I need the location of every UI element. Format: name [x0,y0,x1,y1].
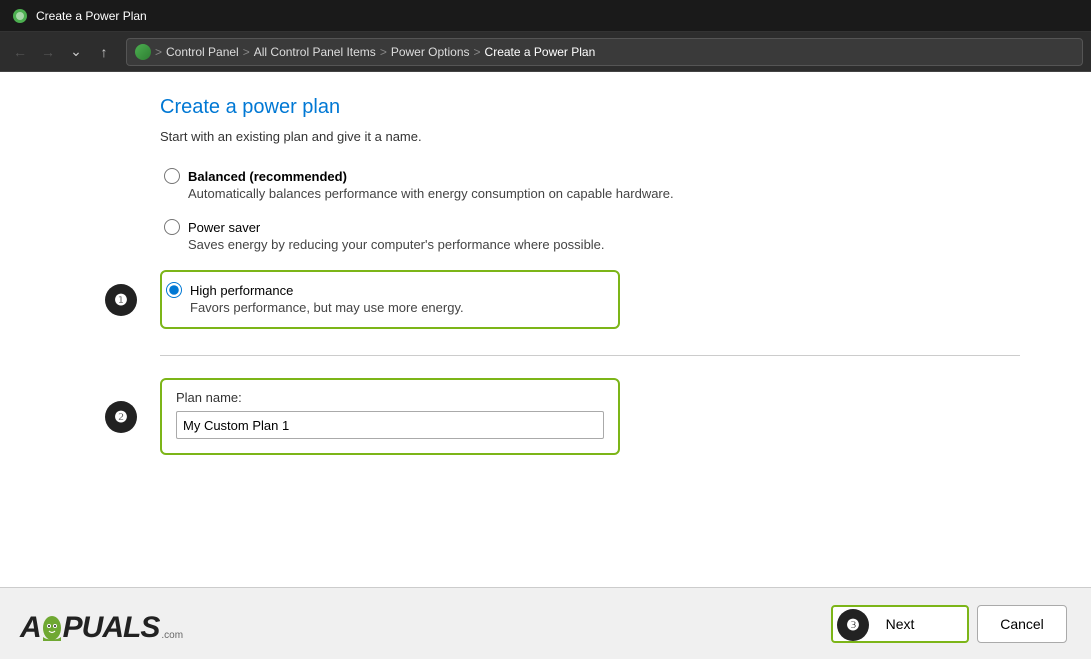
highperf-radio[interactable] [166,282,182,298]
balanced-option: Balanced (recommended) Automatically bal… [160,168,1051,201]
step-badge-1: ❶ [105,284,137,316]
step-badge-3: ❸ [837,609,869,641]
balanced-radio[interactable] [164,168,180,184]
balanced-label[interactable]: Balanced (recommended) [188,169,347,184]
highperf-option-box: High performance Favors performance, but… [160,270,620,329]
title-bar-title: Create a Power Plan [36,9,147,23]
title-bar: Create a Power Plan [0,0,1091,32]
powersaver-option: Power saver Saves energy by reducing you… [160,219,1051,252]
page-title: Create a power plan [160,96,1051,119]
back-button[interactable]: ← [8,40,32,64]
address-icon [135,44,151,60]
address-bar: ← → ⌄ ↑ > Control Panel > All Control Pa… [0,32,1091,72]
footer: ❸ Next Cancel [0,587,1091,659]
address-path: > Control Panel > All Control Panel Item… [126,38,1083,66]
main-content: Create a power plan Start with an existi… [0,72,1091,659]
title-bar-icon [12,8,28,24]
balanced-description: Automatically balances performance with … [188,186,1051,201]
plan-name-input[interactable] [176,411,604,439]
highperf-label[interactable]: High performance [190,283,293,298]
path-control-panel[interactable]: Control Panel [166,45,239,59]
forward-button[interactable]: → [36,40,60,64]
cancel-button[interactable]: Cancel [977,605,1067,643]
recent-button[interactable]: ⌄ [64,40,88,64]
plan-name-label: Plan name: [176,390,604,405]
path-create-plan[interactable]: Create a Power Plan [485,45,596,59]
divider [160,355,1020,356]
powersaver-radio[interactable] [164,219,180,235]
page-subtitle: Start with an existing plan and give it … [160,129,1051,144]
plan-name-section: ❷ Plan name: [160,378,1051,455]
powersaver-label[interactable]: Power saver [188,220,260,235]
path-all-items[interactable]: All Control Panel Items [254,45,376,59]
step-badge-2: ❷ [105,401,137,433]
plan-name-box: Plan name: [160,378,620,455]
highperf-description: Favors performance, but may use more ene… [190,300,602,315]
path-power-options[interactable]: Power Options [391,45,470,59]
up-button[interactable]: ↑ [92,40,116,64]
powersaver-description: Saves energy by reducing your computer's… [188,237,1051,252]
highperf-wrapper: ❶ High performance Favors performance, b… [160,270,1051,329]
